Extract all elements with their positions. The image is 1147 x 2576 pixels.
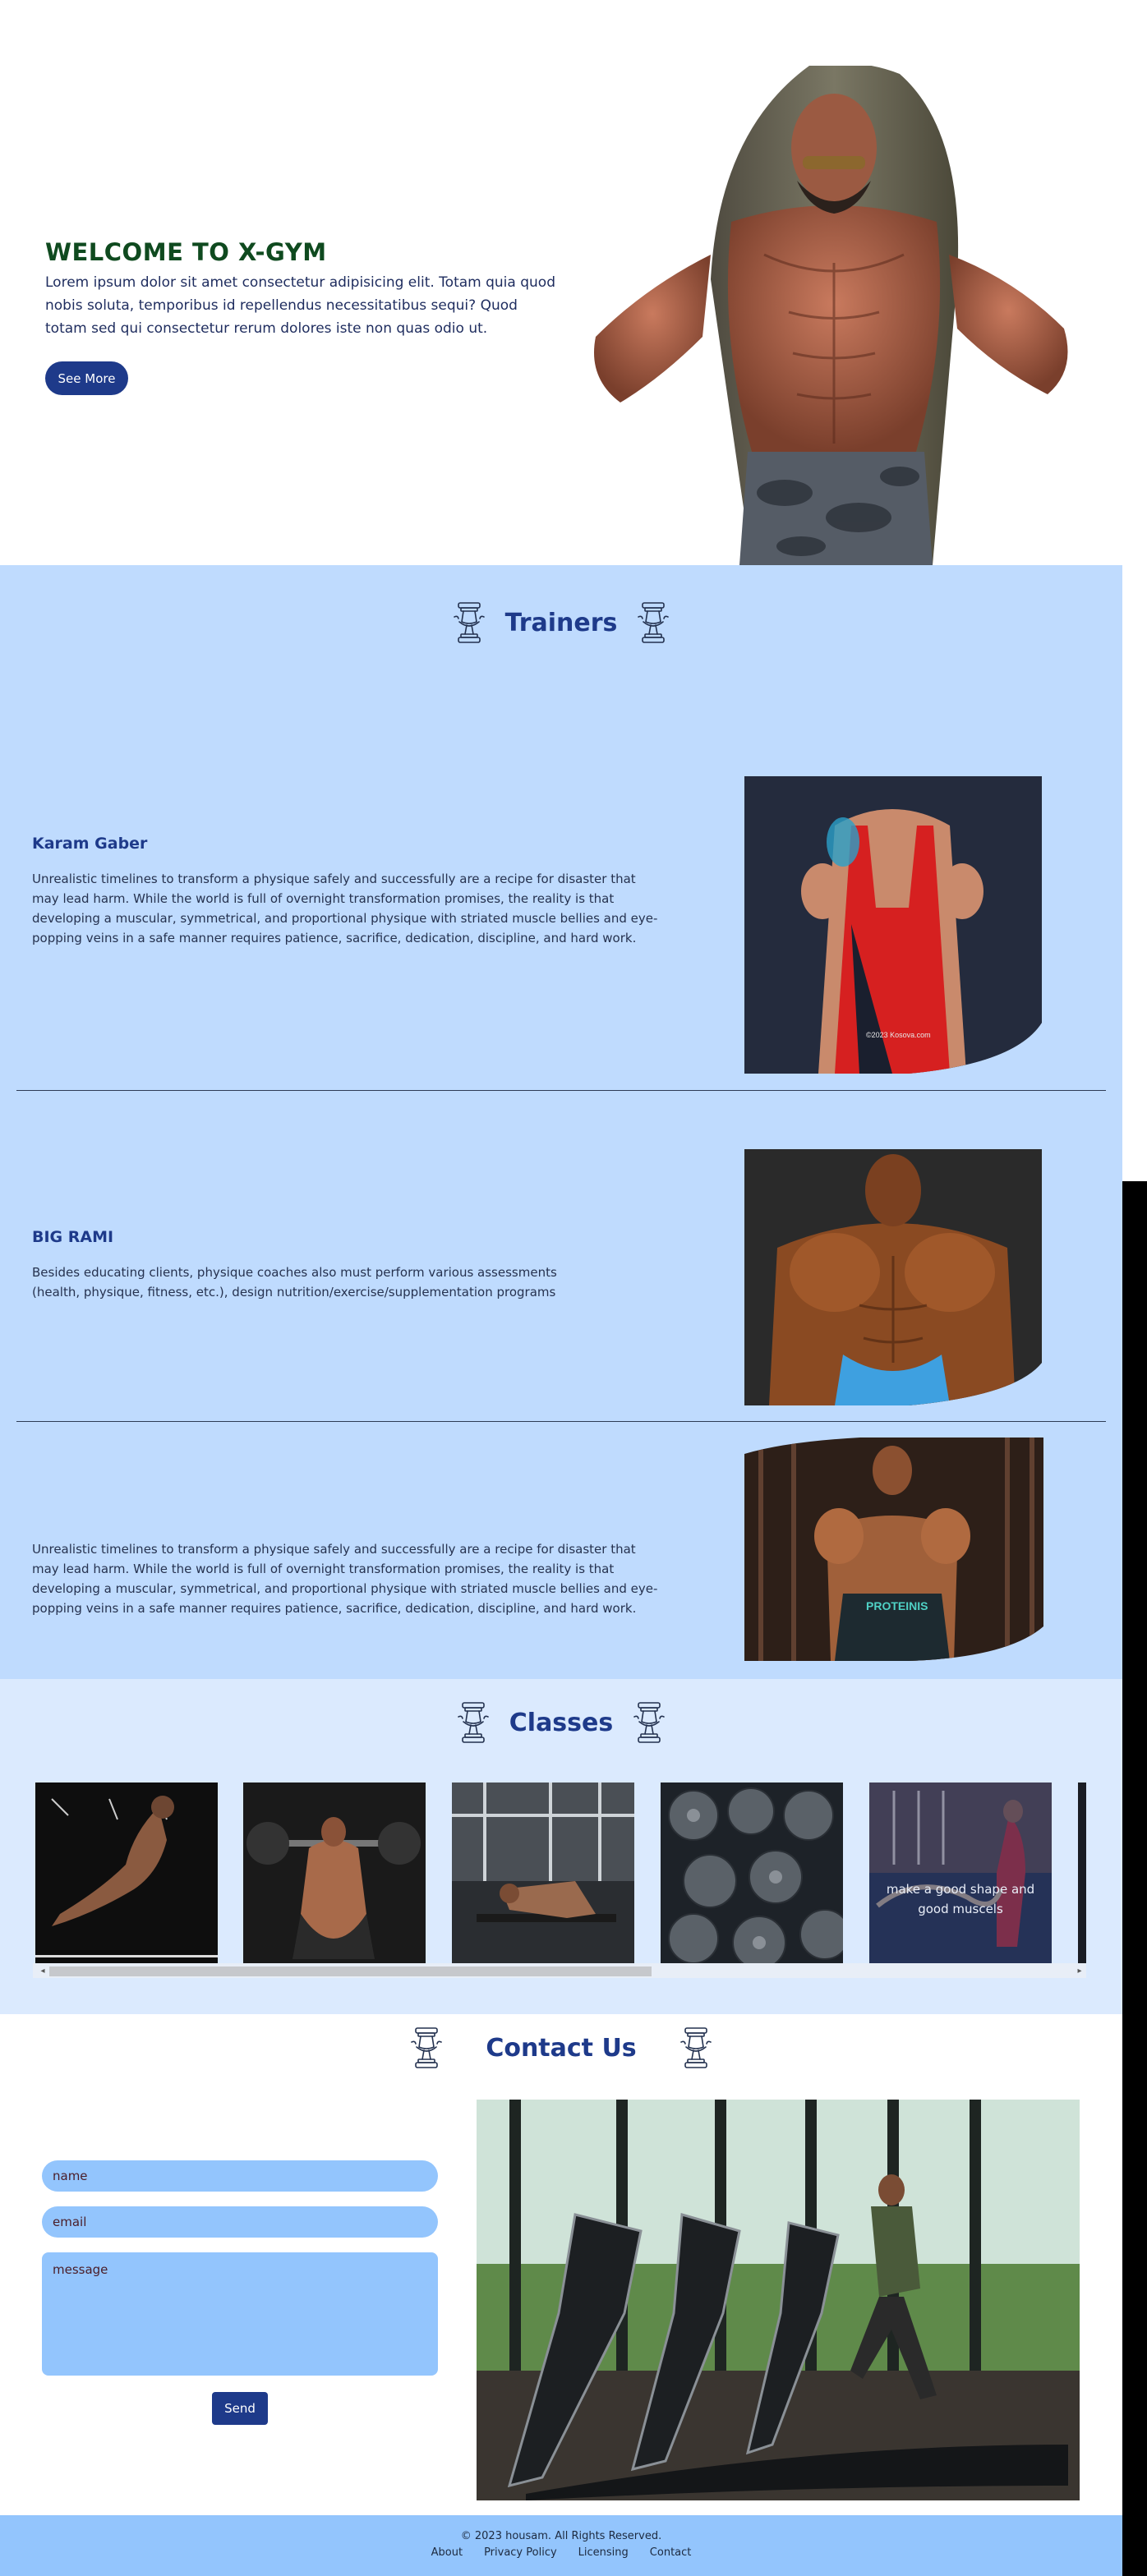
hero-title: WELCOME TO X-GYM [45,238,327,266]
hero-bodybuilder-image [594,66,1068,565]
hero-text: Lorem ipsum dolor sit amet consectetur a… [45,274,555,337]
shorts-text: PROTEINIS [866,1599,928,1612]
trainers-section: Trainers Karam Gaber Unrealistic timelin… [0,565,1122,1680]
dumbbell-icon [631,1700,667,1745]
divider [16,1421,1106,1422]
class-card-pushup[interactable] [452,1782,634,1965]
hero-section: WELCOME TO X-GYM Lorem ipsum dolor sit a… [0,0,1122,565]
trainer-description: Besides educating clients, physique coac… [32,1265,557,1300]
class-card-squat[interactable] [243,1782,426,1965]
trainers-title: Trainers [504,608,618,637]
trainer-description: Unrealistic timelines to transform a phy… [32,1542,658,1616]
class-card-dumbbells[interactable] [661,1782,843,1965]
divider [16,1090,1106,1091]
class-card-ropes[interactable]: make a good shape and good muscels [869,1782,1052,1965]
classes-title: Classes [509,1708,614,1737]
send-button[interactable]: Send [212,2392,268,2425]
right-edge-bar [1122,1181,1147,2576]
scroll-left-icon[interactable]: ◂ [36,1965,49,1976]
dumbbell-icon [408,2026,445,2070]
classes-section: Classes make a good shape and good musce… [0,1679,1122,2014]
photo-watermark: ©2023 Kosova.com [866,1031,931,1039]
class-card-jump[interactable] [35,1782,218,1965]
trainer-name: Karam Gaber [32,835,148,853]
contact-heading: Contact Us [0,2016,1122,2080]
trainers-heading: Trainers [0,565,1122,680]
copyright-text: © 2023 housam. All Rights Reserved. [460,2530,662,2542]
dumbbell-icon [678,2026,714,2070]
trainer-card-karam: Karam Gaber Unrealistic timelines to tra… [32,835,658,948]
scroll-right-icon[interactable]: ▸ [1073,1965,1086,1976]
footer: © 2023 housam. All Rights Reserved. Abou… [0,2515,1122,2576]
footer-link-contact[interactable]: Contact [650,2546,692,2559]
name-input[interactable] [42,2160,438,2192]
message-textarea[interactable] [42,2252,438,2376]
classes-scrollbar-thumb[interactable] [49,1966,652,1976]
trainer-photo-karam: ©2023 Kosova.com [744,776,1042,1074]
class-card-partial[interactable] [1078,1782,1086,1965]
dumbbell-icon [451,600,487,645]
classes-heading: Classes [0,1695,1122,1750]
dumbbell-icon [635,600,671,645]
footer-link-licensing[interactable]: Licensing [578,2546,629,2559]
footer-link-privacy-policy[interactable]: Privacy Policy [484,2546,557,2559]
contact-treadmill-image [477,2100,1080,2500]
contact-title: Contact Us [486,2033,637,2063]
dumbbell-icon [455,1700,491,1745]
trainer-photo-big-rami [744,1149,1042,1405]
trainer-photo-third: PROTEINIS [744,1438,1043,1661]
contact-section: Contact Us Send [0,2014,1122,2515]
class-card-overlay-text: make a good shape and good muscels [886,1882,1035,1916]
trainer-card-third: Unrealistic timelines to transform a phy… [32,1539,658,1618]
see-more-button[interactable]: See More [45,361,128,395]
trainer-card-big-rami: BIG RAMI Besides educating clients, phys… [32,1228,607,1302]
footer-links: About Privacy Policy Licensing Contact [0,2546,1122,2559]
trainer-name: BIG RAMI [32,1228,114,1246]
email-input[interactable] [42,2206,438,2238]
footer-link-about[interactable]: About [431,2546,463,2559]
trainer-description: Unrealistic timelines to transform a phy… [32,872,658,945]
